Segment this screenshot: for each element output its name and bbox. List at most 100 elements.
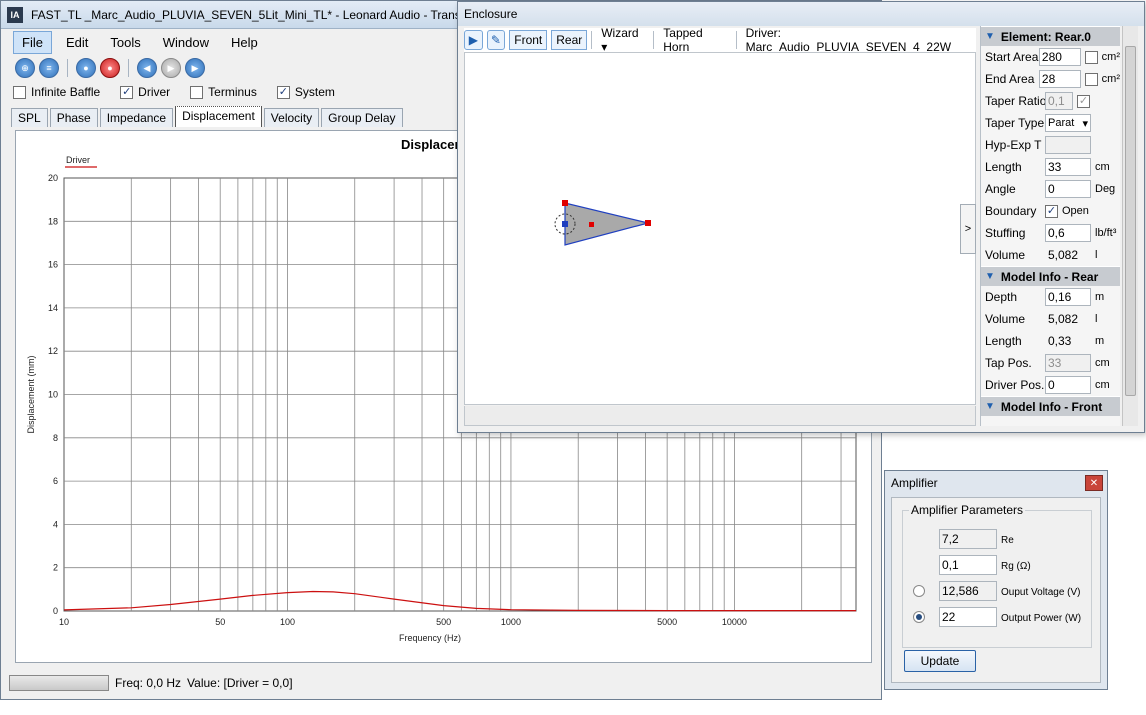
menu-window[interactable]: Window	[155, 32, 217, 53]
enclosure-canvas[interactable]	[464, 52, 976, 405]
angle-row: Angle 0 Deg	[981, 178, 1120, 200]
toolbar-divider	[653, 31, 655, 49]
prop-label: Start Area	[985, 50, 1039, 64]
scrollbar-thumb[interactable]	[1125, 46, 1136, 396]
stuffing-input[interactable]: 0,6	[1045, 224, 1091, 242]
section-title: Model Info - Rear	[1000, 269, 1099, 284]
lock-checkbox[interactable]	[1084, 72, 1098, 86]
system-checkbox[interactable]: ✓ System	[276, 85, 335, 99]
taper-type-select[interactable]: Parat ▾	[1045, 114, 1091, 132]
record-icon[interactable]: ●	[100, 58, 120, 78]
model-length-row: Length 0,33 m	[981, 330, 1120, 352]
x-axis-label: Frequency (Hz)	[399, 633, 461, 643]
prop-unit: cm	[1095, 379, 1110, 391]
toolbar-divider	[67, 59, 68, 77]
model-front-section-header[interactable]: ▼ Model Info - Front	[981, 396, 1120, 416]
app-logo: lA	[7, 6, 23, 23]
open-icon[interactable]: ≡	[39, 58, 59, 78]
rg-row: 0,1 Rg (Ω)	[903, 553, 1093, 577]
power-radio[interactable]	[913, 611, 925, 623]
taper-ratio-input: 0,1	[1045, 92, 1073, 110]
length-input[interactable]: 33	[1045, 158, 1091, 176]
element-section-header[interactable]: ▼ Element: Rear.0	[981, 26, 1120, 46]
toolbar-divider	[735, 31, 737, 49]
checkbox-box[interactable]	[190, 85, 204, 99]
checkbox-box[interactable]: ✓	[120, 85, 134, 99]
pause-icon[interactable]: ▶	[161, 58, 181, 78]
amplifier-title-bar[interactable]: Amplifier	[885, 471, 1107, 495]
driver-checkbox[interactable]: ✓ Driver	[120, 85, 170, 99]
menu-help[interactable]: Help	[223, 32, 266, 53]
toolbar-divider	[128, 59, 129, 77]
re-row: 7,2 Re	[903, 527, 1093, 551]
angle-input[interactable]: 0	[1045, 180, 1091, 198]
close-icon[interactable]: ✕	[1085, 475, 1103, 491]
checkbox-label: Driver	[138, 85, 171, 99]
legend-label: Driver	[66, 155, 90, 165]
rg-input[interactable]: 0,1	[939, 555, 997, 575]
back-icon[interactable]: ◀	[137, 58, 157, 78]
section-title: Element: Rear.0	[1000, 29, 1091, 44]
play-icon[interactable]: ▶	[464, 30, 483, 50]
depth-row: Depth 0,16 m	[981, 286, 1120, 308]
end-area-input[interactable]: 28	[1038, 70, 1081, 88]
infinite-baffle-checkbox[interactable]: Infinite Baffle	[13, 85, 100, 99]
menu-edit[interactable]: Edit	[58, 32, 96, 53]
new-icon[interactable]: ⊕	[15, 58, 35, 78]
wrench-icon[interactable]: ✎	[486, 30, 506, 50]
tab-group-delay[interactable]: Group Delay	[321, 108, 403, 127]
select-value: Parat	[1048, 117, 1075, 129]
progress-bar	[9, 675, 109, 691]
front-button[interactable]: Front	[509, 30, 548, 50]
y-tick-label: 6	[53, 476, 58, 486]
prop-unit: lb/ft³	[1095, 227, 1117, 239]
update-button[interactable]: Update	[904, 650, 976, 672]
tab-spl[interactable]: SPL	[11, 108, 48, 127]
checkbox-box[interactable]: ✓	[276, 85, 290, 99]
driver-handle[interactable]	[562, 221, 568, 227]
start-area-input[interactable]: 280	[1038, 48, 1081, 66]
horn-element[interactable]	[564, 202, 649, 246]
enclosure-toolbar: ▶ ✎ Front Rear Wizard ▾ Tapped Horn Driv…	[464, 26, 976, 54]
tab-impedance[interactable]: Impedance	[99, 108, 174, 127]
prop-unit-group: cm²	[1084, 50, 1120, 64]
depth-input[interactable]: 0,16	[1045, 288, 1091, 306]
resize-handle[interactable]	[562, 200, 568, 206]
rg-label: Rg (Ω)	[1001, 561, 1031, 572]
prop-label: Length	[985, 334, 1022, 348]
checkbox-box[interactable]	[13, 85, 26, 99]
center-handle[interactable]	[589, 222, 594, 227]
taper-ratio-checkbox: ✓	[1077, 94, 1090, 108]
prop-unit: cm²	[1101, 73, 1120, 85]
forward-icon[interactable]: ▶	[185, 58, 205, 78]
model-rear-section-header[interactable]: ▼ Model Info - Rear	[981, 266, 1120, 286]
resize-handle[interactable]	[645, 220, 651, 226]
hyp-exp-row: Hyp-Exp T	[981, 134, 1120, 156]
boundary-open-checkbox[interactable]: ✓ Open	[1045, 204, 1089, 218]
prop-unit: cm	[1095, 357, 1110, 369]
checkbox-box[interactable]: ✓	[1045, 204, 1058, 218]
tab-phase[interactable]: Phase	[49, 108, 98, 127]
tap-pos-input: 33	[1045, 354, 1091, 372]
rear-button[interactable]: Rear	[551, 30, 588, 50]
boundary-row: Boundary ✓ Open	[981, 200, 1120, 222]
driver-pos-input[interactable]: 0	[1045, 376, 1091, 394]
model-volume-row: Volume 5,082 l	[981, 308, 1120, 330]
menu-tools[interactable]: Tools	[102, 32, 148, 53]
end-area-row: End Area 28 cm²	[981, 68, 1120, 90]
amplifier-parameters-group: Amplifier Parameters 7,2 Re 0,1 Rg (Ω) 1…	[902, 503, 1093, 648]
tab-displacement[interactable]: Displacement	[175, 106, 262, 127]
prop-unit-group: cm²	[1084, 72, 1120, 86]
properties-scrollbar[interactable]	[1122, 26, 1138, 426]
lock-checkbox[interactable]	[1084, 50, 1098, 64]
collapse-panel-button[interactable]: >	[960, 204, 976, 254]
power-input[interactable]: 22	[939, 607, 997, 627]
menu-file[interactable]: File	[13, 30, 52, 54]
terminus-checkbox[interactable]: Terminus	[190, 85, 257, 99]
x-tick-label: 100	[280, 617, 295, 627]
x-tick-label: 10	[59, 617, 69, 627]
tab-velocity[interactable]: Velocity	[263, 108, 320, 127]
prop-label: Driver Pos.	[985, 378, 1045, 392]
play-icon[interactable]: ●	[76, 58, 96, 78]
voltage-radio[interactable]	[913, 585, 925, 597]
